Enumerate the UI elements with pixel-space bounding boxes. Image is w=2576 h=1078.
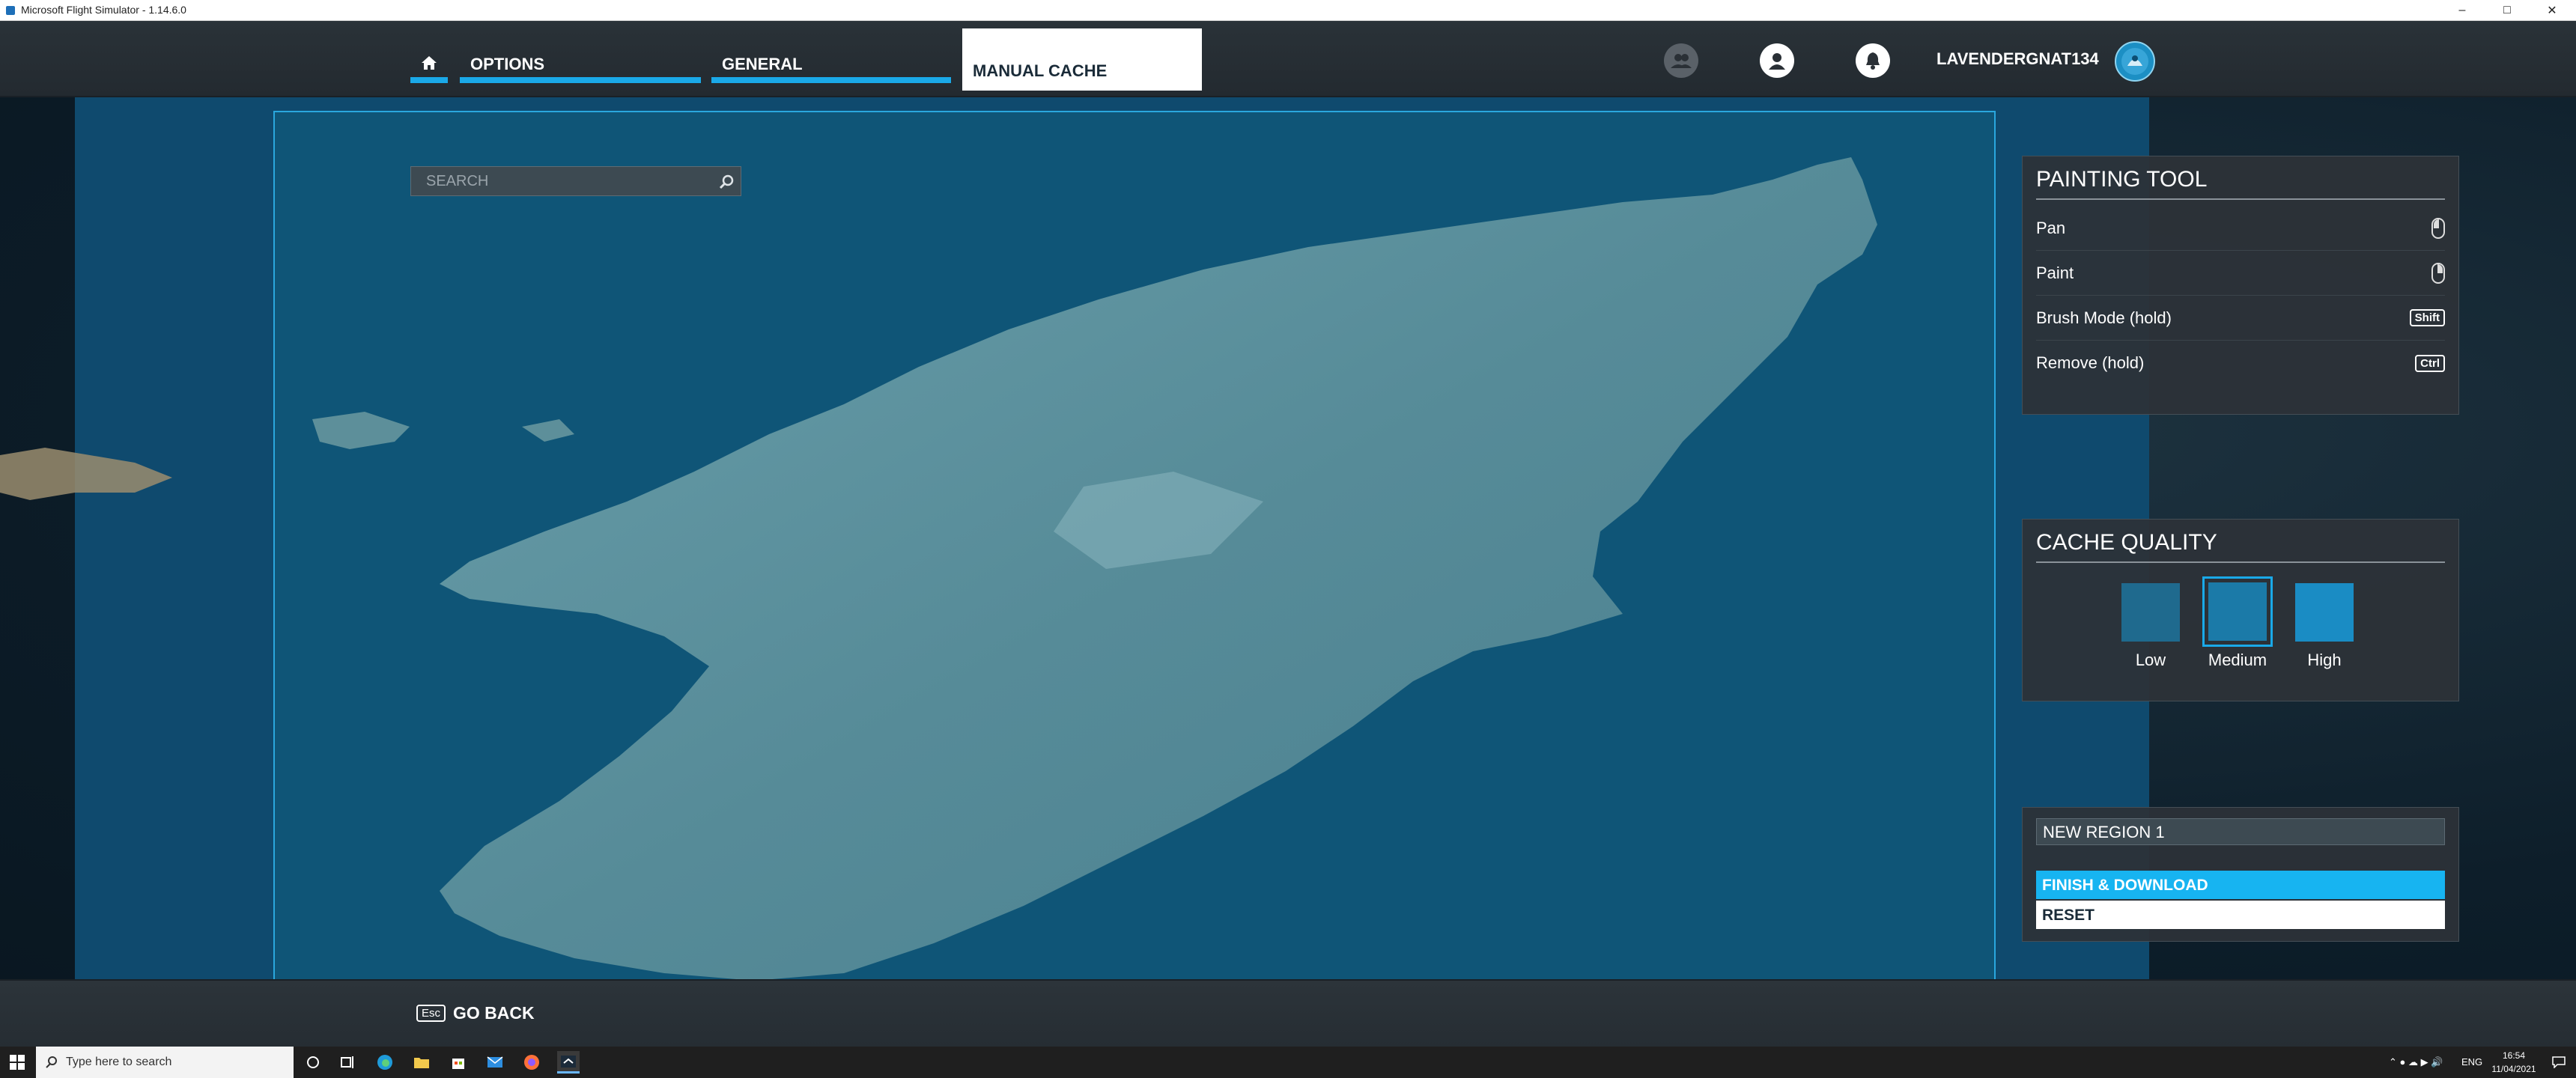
system-tray-icons[interactable]: ⌃ ● ☁ ▶ 🔊: [2389, 1056, 2443, 1068]
home-tab[interactable]: [410, 46, 448, 83]
islet-left: [0, 448, 172, 500]
tab-general[interactable]: GENERAL: [711, 46, 951, 83]
windows-taskbar: Type here to search ⌃ ● ☁ ▶ 🔊 ENG 16:54 …: [0, 1047, 2576, 1078]
brush-mode-label: Brush Mode (hold): [2036, 308, 2172, 327]
windows-icon: [10, 1055, 25, 1070]
notifications-button[interactable]: [1856, 43, 1890, 78]
user-icon: [1769, 53, 1785, 70]
tool-row-paint: Paint: [2036, 251, 2445, 296]
search-input[interactable]: [411, 167, 703, 195]
cortana-button[interactable]: [302, 1051, 324, 1074]
language-indicator[interactable]: ENG: [2461, 1056, 2482, 1068]
mail-button[interactable]: [484, 1051, 506, 1074]
right-mouse-icon: [2431, 262, 2445, 284]
clock[interactable]: 16:54 11/04/2021: [2488, 1049, 2540, 1076]
taskbar-search-placeholder: Type here to search: [66, 1056, 172, 1068]
search-icon[interactable]: [718, 174, 735, 190]
flight-sim-taskbar-button[interactable]: [557, 1051, 580, 1074]
edge-button[interactable]: [374, 1051, 396, 1074]
chat-bubble-icon: [2552, 1056, 2566, 1068]
cache-quality-panel: CACHE QUALITY Low Medium High: [2022, 519, 2459, 701]
remove-label: Remove (hold): [2036, 353, 2145, 372]
notification-center-button[interactable]: [2548, 1051, 2570, 1074]
avatar-image: [2121, 48, 2148, 75]
bottom-bar: Esc GO BACK: [0, 979, 2576, 1047]
quality-low-button[interactable]: [2121, 583, 2180, 642]
quality-high-label: High: [2307, 651, 2342, 669]
flight-sim-app: OPTIONS GENERAL MANUAL CACHE LAVENDERGNA…: [0, 21, 2576, 1047]
close-button[interactable]: ✕: [2530, 0, 2575, 21]
region-panel: NEW REGION 1 FINISH & DOWNLOAD RESET: [2022, 807, 2459, 942]
profile-button[interactable]: [1760, 43, 1794, 78]
tool-row-pan: Pan: [2036, 206, 2445, 251]
divider: [2036, 561, 2445, 563]
main-island: [440, 157, 1877, 981]
maximize-button[interactable]: □: [2485, 0, 2530, 21]
quality-medium-swatch: [2208, 582, 2267, 641]
region-name-field[interactable]: NEW REGION 1: [2036, 818, 2445, 845]
store-button[interactable]: [447, 1051, 470, 1074]
friends-button[interactable]: [1664, 43, 1698, 78]
task-view-icon: [341, 1056, 353, 1068]
file-explorer-button[interactable]: [410, 1051, 433, 1074]
left-mouse-icon: [2431, 217, 2445, 239]
quality-low-label: Low: [2135, 651, 2166, 669]
tab-options-label: OPTIONS: [470, 55, 545, 73]
quality-high-button[interactable]: [2295, 583, 2354, 642]
shift-key: Shift: [2409, 309, 2445, 326]
painting-tool-title: PAINTING TOOL: [2036, 167, 2208, 192]
tab-general-label: GENERAL: [722, 55, 803, 73]
paint-label: Paint: [2036, 263, 2074, 282]
finish-download-button[interactable]: FINISH & DOWNLOAD: [2036, 871, 2445, 899]
taskbar-search[interactable]: Type here to search: [36, 1047, 294, 1078]
firefox-button[interactable]: [520, 1051, 543, 1074]
painting-tool-panel: PAINTING TOOL Pan Paint Brush Mode (hold…: [2022, 156, 2459, 415]
pan-label: Pan: [2036, 218, 2066, 237]
window-title: Microsoft Flight Simulator - 1.14.6.0: [21, 4, 186, 16]
avatar[interactable]: [2115, 41, 2155, 82]
tab-manual-cache[interactable]: MANUAL CACHE: [962, 28, 1202, 91]
cache-quality-title: CACHE QUALITY: [2036, 530, 2217, 555]
username[interactable]: LAVENDERGNAT134: [1936, 49, 2099, 69]
reset-button[interactable]: RESET: [2036, 901, 2445, 929]
flight-sim-icon: [561, 1055, 576, 1068]
app-icon: [6, 6, 15, 15]
top-navigation: OPTIONS GENERAL MANUAL CACHE LAVENDERGNA…: [0, 21, 2576, 97]
minimize-button[interactable]: –: [2440, 0, 2485, 21]
clock-time: 16:54: [2502, 1050, 2526, 1061]
folder-icon: [414, 1058, 429, 1068]
esc-key: Esc: [416, 1005, 446, 1022]
mail-icon: [487, 1056, 503, 1068]
circle-icon: [307, 1056, 319, 1068]
friends-icon: [1671, 54, 1692, 68]
go-back-label: GO BACK: [453, 1003, 535, 1023]
small-island: [312, 412, 410, 449]
quality-medium-label: Medium: [2208, 651, 2267, 669]
tab-manual-cache-label: MANUAL CACHE: [973, 61, 1108, 80]
task-view-button[interactable]: [337, 1051, 359, 1074]
ctrl-key: Ctrl: [2415, 354, 2445, 372]
window-titlebar: Microsoft Flight Simulator - 1.14.6.0 – …: [0, 0, 2576, 21]
search-icon: [46, 1056, 57, 1068]
map-selection-area[interactable]: [273, 111, 1996, 1002]
divider: [2036, 198, 2445, 200]
store-icon: [452, 1059, 464, 1069]
go-back-button[interactable]: Esc GO BACK: [416, 1003, 535, 1023]
home-icon: [422, 56, 437, 70]
tab-options[interactable]: OPTIONS: [460, 46, 701, 83]
search-box[interactable]: [410, 166, 741, 196]
island-map: [312, 157, 1877, 981]
bell-icon: [1866, 52, 1880, 70]
firefox-icon: [524, 1055, 539, 1070]
clock-date: 11/04/2021: [2491, 1064, 2536, 1074]
edge-icon: [377, 1055, 392, 1070]
tool-row-brush-mode: Brush Mode (hold) Shift: [2036, 296, 2445, 341]
tool-row-remove: Remove (hold) Ctrl: [2036, 341, 2445, 386]
quality-medium-button[interactable]: [2202, 576, 2273, 647]
start-button[interactable]: [6, 1051, 28, 1074]
